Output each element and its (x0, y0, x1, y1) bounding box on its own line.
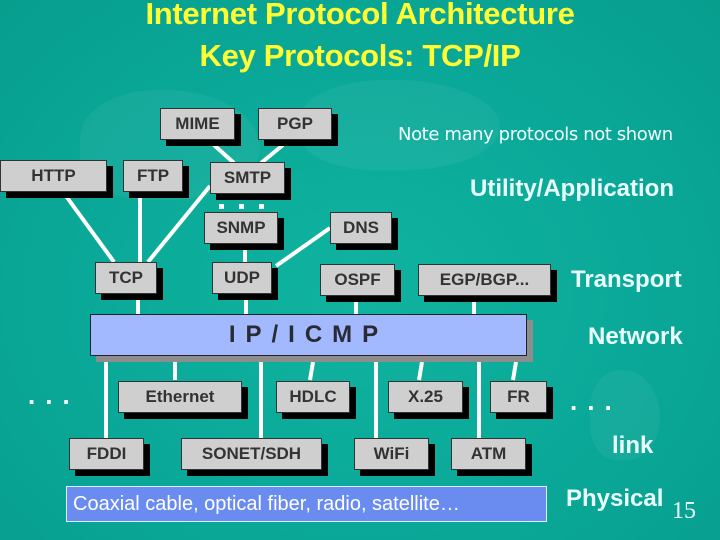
layer-label-application: Utility/Application (470, 175, 674, 202)
ellipsis-left: ... (28, 380, 80, 410)
box-dns: DNS (330, 212, 392, 244)
box-sonet-sdh: SONET/SDH (181, 438, 322, 470)
box-fddi: FDDI (69, 438, 144, 470)
layer-label-network: Network (588, 323, 683, 350)
line-http-tcp (64, 194, 116, 264)
line-smtp-tcp (146, 184, 212, 264)
box-atm: ATM (451, 438, 526, 470)
line-pgp-smtp (259, 143, 285, 165)
note-text: Note many protocols not shown (398, 124, 673, 145)
box-mime: MIME (160, 108, 235, 140)
line-ip-x25 (417, 361, 424, 381)
box-fr: FR (490, 381, 547, 413)
ellipsis-right: ... (570, 386, 622, 416)
smtp-snmp-dot (219, 204, 224, 209)
smtp-snmp-dot (239, 204, 244, 209)
box-hdlc: HDLC (276, 381, 350, 413)
smtp-snmp-dot (259, 204, 264, 209)
box-ethernet: Ethernet (118, 381, 242, 413)
physical-media-bar: Coaxial cable, optical fiber, radio, sat… (66, 486, 547, 522)
page-number: 15 (672, 498, 696, 524)
box-pgp: PGP (258, 108, 332, 140)
layer-label-physical: Physical (566, 485, 664, 512)
box-ftp: FTP (123, 160, 183, 192)
box-http: HTTP (0, 160, 107, 192)
layer-label-link: link (612, 432, 654, 459)
line-dns-udp (274, 226, 332, 268)
line-ip-hdlc (308, 361, 315, 381)
box-ospf: OSPF (320, 264, 395, 296)
box-tcp: TCP (95, 262, 157, 294)
layer-label-transport: Transport (571, 266, 682, 293)
ip-icmp-bar: IP/ICMP (90, 314, 527, 356)
box-egp-bgp: EGP/BGP... (418, 264, 551, 296)
box-x25: X.25 (388, 381, 463, 413)
line-ip-fr (511, 361, 518, 381)
physical-media-text: Coaxial cable, optical fiber, radio, sat… (73, 492, 460, 515)
line-mime-smtp (212, 143, 236, 165)
box-udp: UDP (212, 262, 272, 294)
box-wifi: WiFi (354, 438, 429, 470)
box-snmp: SNMP (204, 212, 278, 244)
box-smtp: SMTP (210, 162, 285, 194)
